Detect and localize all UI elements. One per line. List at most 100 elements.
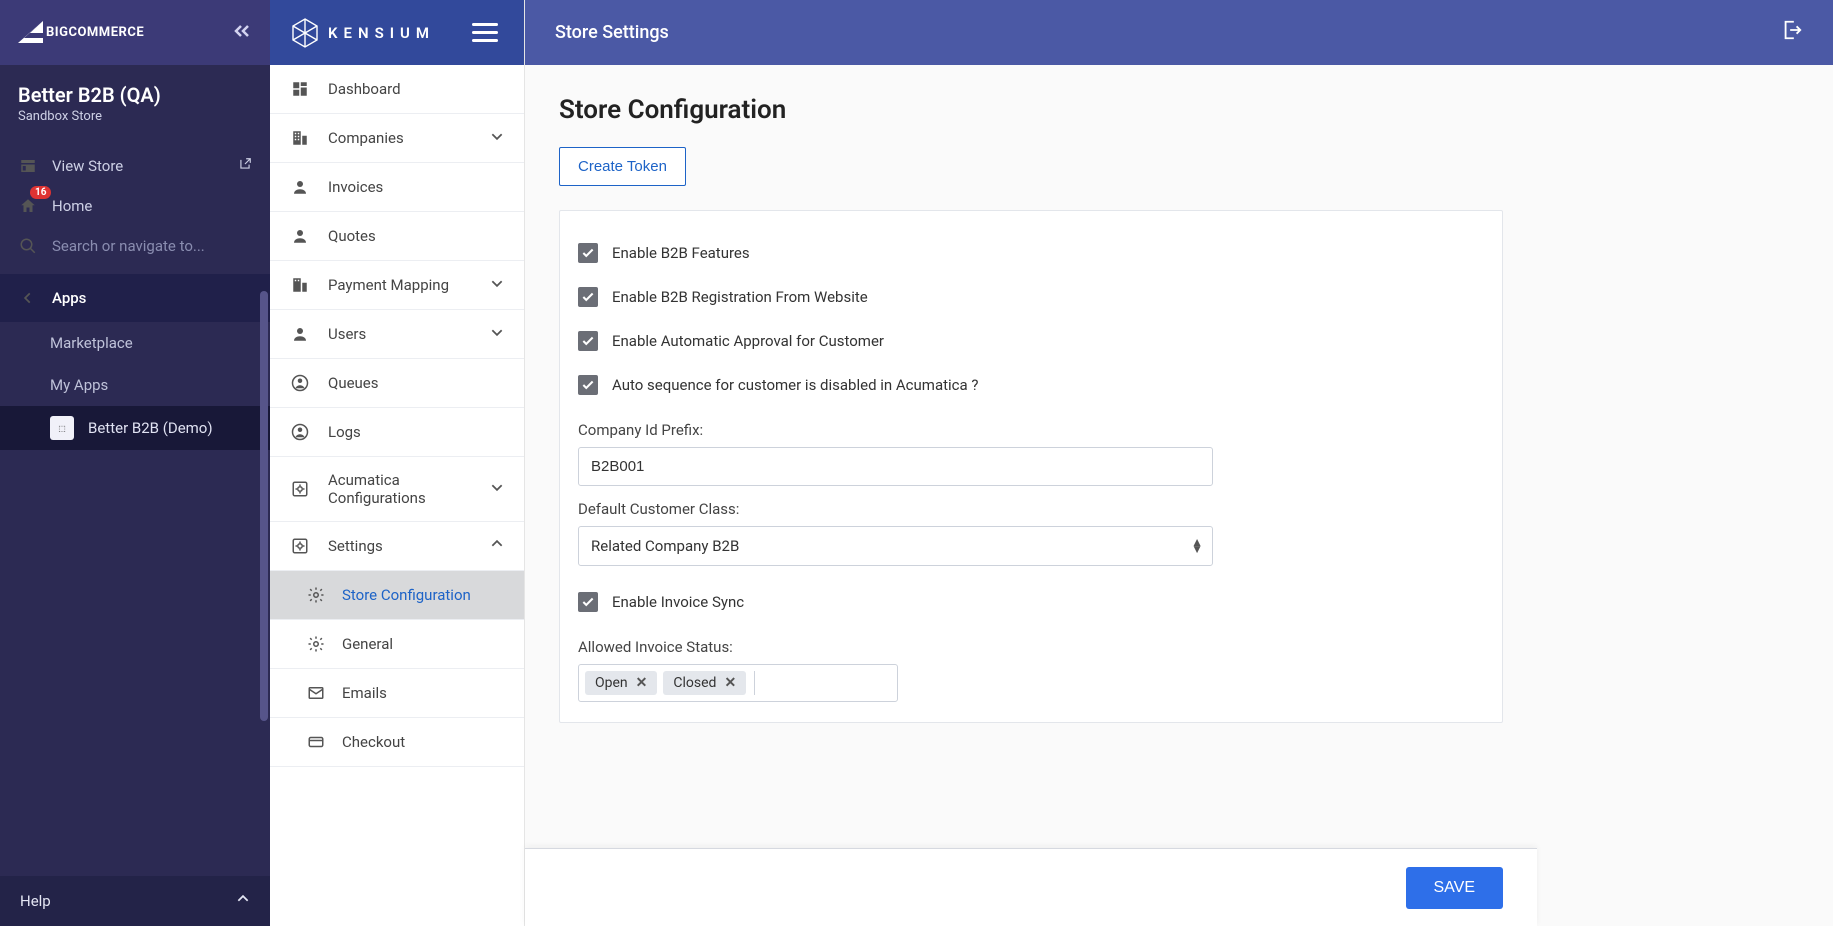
field-allowed-invoice-status: Allowed Invoice Status: Open ✕ Closed ✕ — [578, 638, 1484, 702]
nav-home[interactable]: Home 16 — [0, 186, 270, 226]
menu-companies[interactable]: Companies — [270, 114, 524, 163]
collapse-sidebar-icon[interactable] — [232, 22, 252, 43]
kensium-wordmark: KENSIUM — [328, 24, 435, 42]
tag-closed-label: Closed — [673, 675, 716, 691]
save-button[interactable]: SAVE — [1406, 867, 1504, 909]
store-info-block: Better B2B (QA) Sandbox Store — [0, 65, 270, 142]
store-name: Better B2B (QA) — [18, 83, 252, 107]
storefront-icon — [18, 156, 38, 176]
menu-dashboard-label: Dashboard — [328, 80, 401, 98]
home-badge: 16 — [30, 186, 51, 199]
field-default-class: Default Customer Class: Related Company … — [578, 500, 1484, 566]
menu-dashboard[interactable]: Dashboard — [270, 65, 524, 114]
user-circle-icon — [290, 422, 310, 442]
config-card: Enable B2B Features Enable B2B Registrat… — [559, 210, 1503, 723]
nav-marketplace[interactable]: Marketplace — [0, 322, 270, 364]
checkbox-b2b-reg[interactable] — [578, 287, 598, 307]
allowed-invoice-status-input[interactable]: Open ✕ Closed ✕ — [578, 664, 898, 702]
nav-active-app[interactable]: ⬚ Better B2B (Demo) — [0, 406, 270, 450]
checkbox-b2b-features[interactable] — [578, 243, 598, 263]
kensium-menu: Dashboard Companies Invoices Quotes Paym… — [270, 65, 524, 926]
submenu-emails[interactable]: Emails — [270, 669, 524, 718]
bc-logo-row: BIGCOMMERCE — [0, 0, 270, 65]
page-title: Store Settings — [555, 22, 669, 43]
kensium-sidebar: KENSIUM Dashboard Companies Invoices Quo… — [270, 0, 525, 926]
chevron-down-icon — [490, 325, 504, 343]
building-icon — [290, 128, 310, 148]
checkbox-auto-approval[interactable] — [578, 331, 598, 351]
submenu-store-configuration[interactable]: Store Configuration — [270, 571, 524, 620]
checkbox-row-b2b-features: Enable B2B Features — [578, 231, 1484, 275]
nav-home-label: Home — [52, 197, 92, 215]
default-class-value: Related Company B2B — [578, 526, 1213, 566]
company-prefix-input[interactable] — [578, 447, 1213, 486]
checkbox-auto-sequence[interactable] — [578, 375, 598, 395]
tag-closed-remove-icon[interactable]: ✕ — [724, 675, 736, 691]
menu-settings[interactable]: Settings — [270, 522, 524, 571]
kensium-logo: KENSIUM — [292, 18, 435, 48]
search-icon — [18, 236, 38, 256]
mail-icon — [306, 683, 326, 703]
nav-view-store-label: View Store — [52, 157, 123, 175]
chevron-up-icon — [490, 537, 504, 555]
menu-quotes-label: Quotes — [328, 227, 376, 245]
submenu-checkout[interactable]: Checkout — [270, 718, 524, 767]
right-gap — [1537, 65, 1833, 926]
chevron-up-icon — [236, 892, 250, 910]
content-heading: Store Configuration — [559, 95, 1503, 125]
tag-open-label: Open — [595, 675, 628, 691]
tag-input-search[interactable] — [754, 671, 891, 695]
nav-search[interactable]: Search or navigate to... — [0, 226, 270, 266]
menu-payment-mapping-label: Payment Mapping — [328, 276, 449, 294]
menu-logs[interactable]: Logs — [270, 408, 524, 457]
company-prefix-label: Company Id Prefix: — [578, 421, 1484, 439]
checkbox-b2b-features-label: Enable B2B Features — [612, 244, 750, 262]
menu-quotes[interactable]: Quotes — [270, 212, 524, 261]
hamburger-menu-icon[interactable] — [468, 19, 502, 46]
menu-acumatica-label: Acumatica Configurations — [328, 471, 472, 507]
menu-payment-mapping[interactable]: Payment Mapping — [270, 261, 524, 310]
select-caret-icon: ▲▼ — [1191, 539, 1203, 553]
bc-sidebar-scrollbar[interactable] — [258, 65, 270, 926]
nav-my-apps[interactable]: My Apps — [0, 364, 270, 406]
nav-apps[interactable]: Apps — [0, 274, 270, 322]
save-bar: SAVE — [525, 848, 1537, 926]
bigcommerce-wordmark: BIGCOMMERCE — [46, 25, 144, 40]
submenu-general[interactable]: General — [270, 620, 524, 669]
gear-icon — [306, 634, 326, 654]
kensium-header: KENSIUM — [270, 0, 524, 65]
person-icon — [290, 324, 310, 344]
default-class-select[interactable]: Related Company B2B ▲▼ — [578, 526, 1213, 566]
home-icon — [18, 196, 38, 216]
checkbox-row-auto-approval: Enable Automatic Approval for Customer — [578, 319, 1484, 363]
create-token-button[interactable]: Create Token — [559, 147, 686, 186]
building-icon — [290, 275, 310, 295]
menu-acumatica[interactable]: Acumatica Configurations — [270, 457, 524, 522]
checkbox-invoice-sync-label: Enable Invoice Sync — [612, 593, 744, 611]
checkbox-auto-approval-label: Enable Automatic Approval for Customer — [612, 332, 884, 350]
menu-logs-label: Logs — [328, 423, 361, 441]
help-label: Help — [20, 892, 51, 910]
chevron-left-icon — [18, 288, 38, 308]
menu-queues[interactable]: Queues — [270, 359, 524, 408]
menu-invoices[interactable]: Invoices — [270, 163, 524, 212]
apps-label: Apps — [52, 289, 86, 307]
scrollbar-thumb[interactable] — [260, 291, 268, 721]
menu-users[interactable]: Users — [270, 310, 524, 359]
checkbox-b2b-reg-label: Enable B2B Registration From Website — [612, 288, 868, 306]
checkbox-invoice-sync[interactable] — [578, 592, 598, 612]
nav-view-store[interactable]: View Store — [0, 146, 270, 186]
submenu-store-configuration-label: Store Configuration — [342, 586, 471, 604]
chevron-down-icon — [490, 129, 504, 147]
tag-open-remove-icon[interactable]: ✕ — [636, 675, 648, 691]
checkbox-row-b2b-reg: Enable B2B Registration From Website — [578, 275, 1484, 319]
logout-icon[interactable] — [1781, 19, 1803, 46]
submenu-general-label: General — [342, 635, 393, 653]
nav-help[interactable]: Help — [0, 876, 270, 926]
field-company-prefix: Company Id Prefix: — [578, 421, 1484, 486]
menu-users-label: Users — [328, 325, 366, 343]
bc-sidebar: BIGCOMMERCE Better B2B (QA) Sandbox Stor… — [0, 0, 270, 926]
default-class-label: Default Customer Class: — [578, 500, 1484, 518]
allowed-invoice-status-label: Allowed Invoice Status: — [578, 638, 1484, 656]
user-circle-icon — [290, 373, 310, 393]
